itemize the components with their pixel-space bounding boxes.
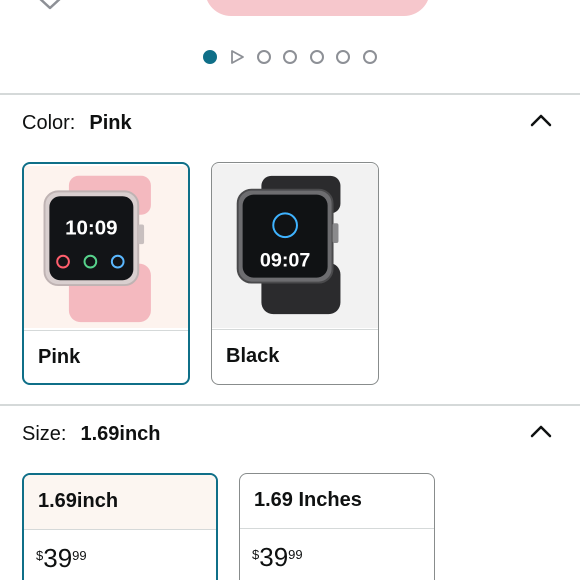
price-currency-symbol: $ (252, 547, 260, 562)
size-option-header: 1.69inch (24, 475, 216, 529)
pink-watch-image: 10:09 (24, 165, 188, 329)
swatch-label-pink: Pink (38, 346, 81, 368)
image-carousel-indicator (0, 48, 580, 66)
price-currency-symbol: $ (36, 548, 44, 563)
size-option-price: $ 39 99 (36, 545, 87, 571)
swatch-divider (24, 330, 188, 331)
black-watch-image: 09:07 (212, 163, 378, 329)
black-watch-time: 09:07 (260, 250, 311, 272)
size-option-1-69-inches[interactable]: 1.69 Inches $ 39 99 (239, 473, 435, 580)
color-section-header[interactable]: Color: Pink (22, 112, 132, 142)
size-label: Size: (22, 423, 67, 445)
carousel-dot-4[interactable] (283, 50, 297, 64)
carousel-dot-5[interactable] (310, 50, 324, 64)
swatch-divider (212, 329, 378, 330)
size-option-price: $ 39 99 (252, 544, 303, 570)
chevron-down-icon[interactable] (34, 0, 66, 14)
carousel-dot-6[interactable] (336, 50, 350, 64)
size-option-header: 1.69 Inches (240, 474, 434, 528)
carousel-dot-1[interactable] (203, 50, 217, 64)
price-fraction: 99 (72, 548, 87, 563)
swatch-label-black: Black (226, 345, 280, 367)
product-image-bottom[interactable] (0, 0, 580, 40)
carousel-dot-7[interactable] (363, 50, 377, 64)
chevron-up-icon[interactable] (529, 112, 553, 128)
color-label: Color: (22, 112, 76, 134)
play-icon[interactable] (230, 50, 244, 64)
carousel-dot-3[interactable] (257, 50, 271, 64)
color-selected-value: Pink (89, 112, 132, 134)
size-section-header[interactable]: Size: 1.69inch (22, 423, 161, 453)
chevron-up-icon[interactable] (529, 423, 553, 439)
size-option-divider (240, 528, 434, 529)
color-swatch-black[interactable]: 09:07 Black (211, 162, 379, 385)
pink-watch-time: 10:09 (65, 216, 117, 239)
price-fraction: 99 (288, 547, 303, 562)
section-divider (0, 93, 580, 95)
size-option-divider (24, 529, 216, 530)
color-swatch-pink[interactable]: 10:09 Pink (22, 162, 190, 385)
size-option-1-69inch[interactable]: 1.69inch $ 39 99 (22, 473, 218, 580)
section-divider (0, 404, 580, 406)
size-option-label: 1.69inch (38, 490, 119, 512)
size-option-label: 1.69 Inches (254, 489, 362, 511)
price-whole: 39 (259, 542, 289, 572)
watch-band-image (205, 0, 430, 16)
size-selected-value: 1.69inch (80, 423, 161, 445)
price-whole: 39 (43, 543, 73, 573)
